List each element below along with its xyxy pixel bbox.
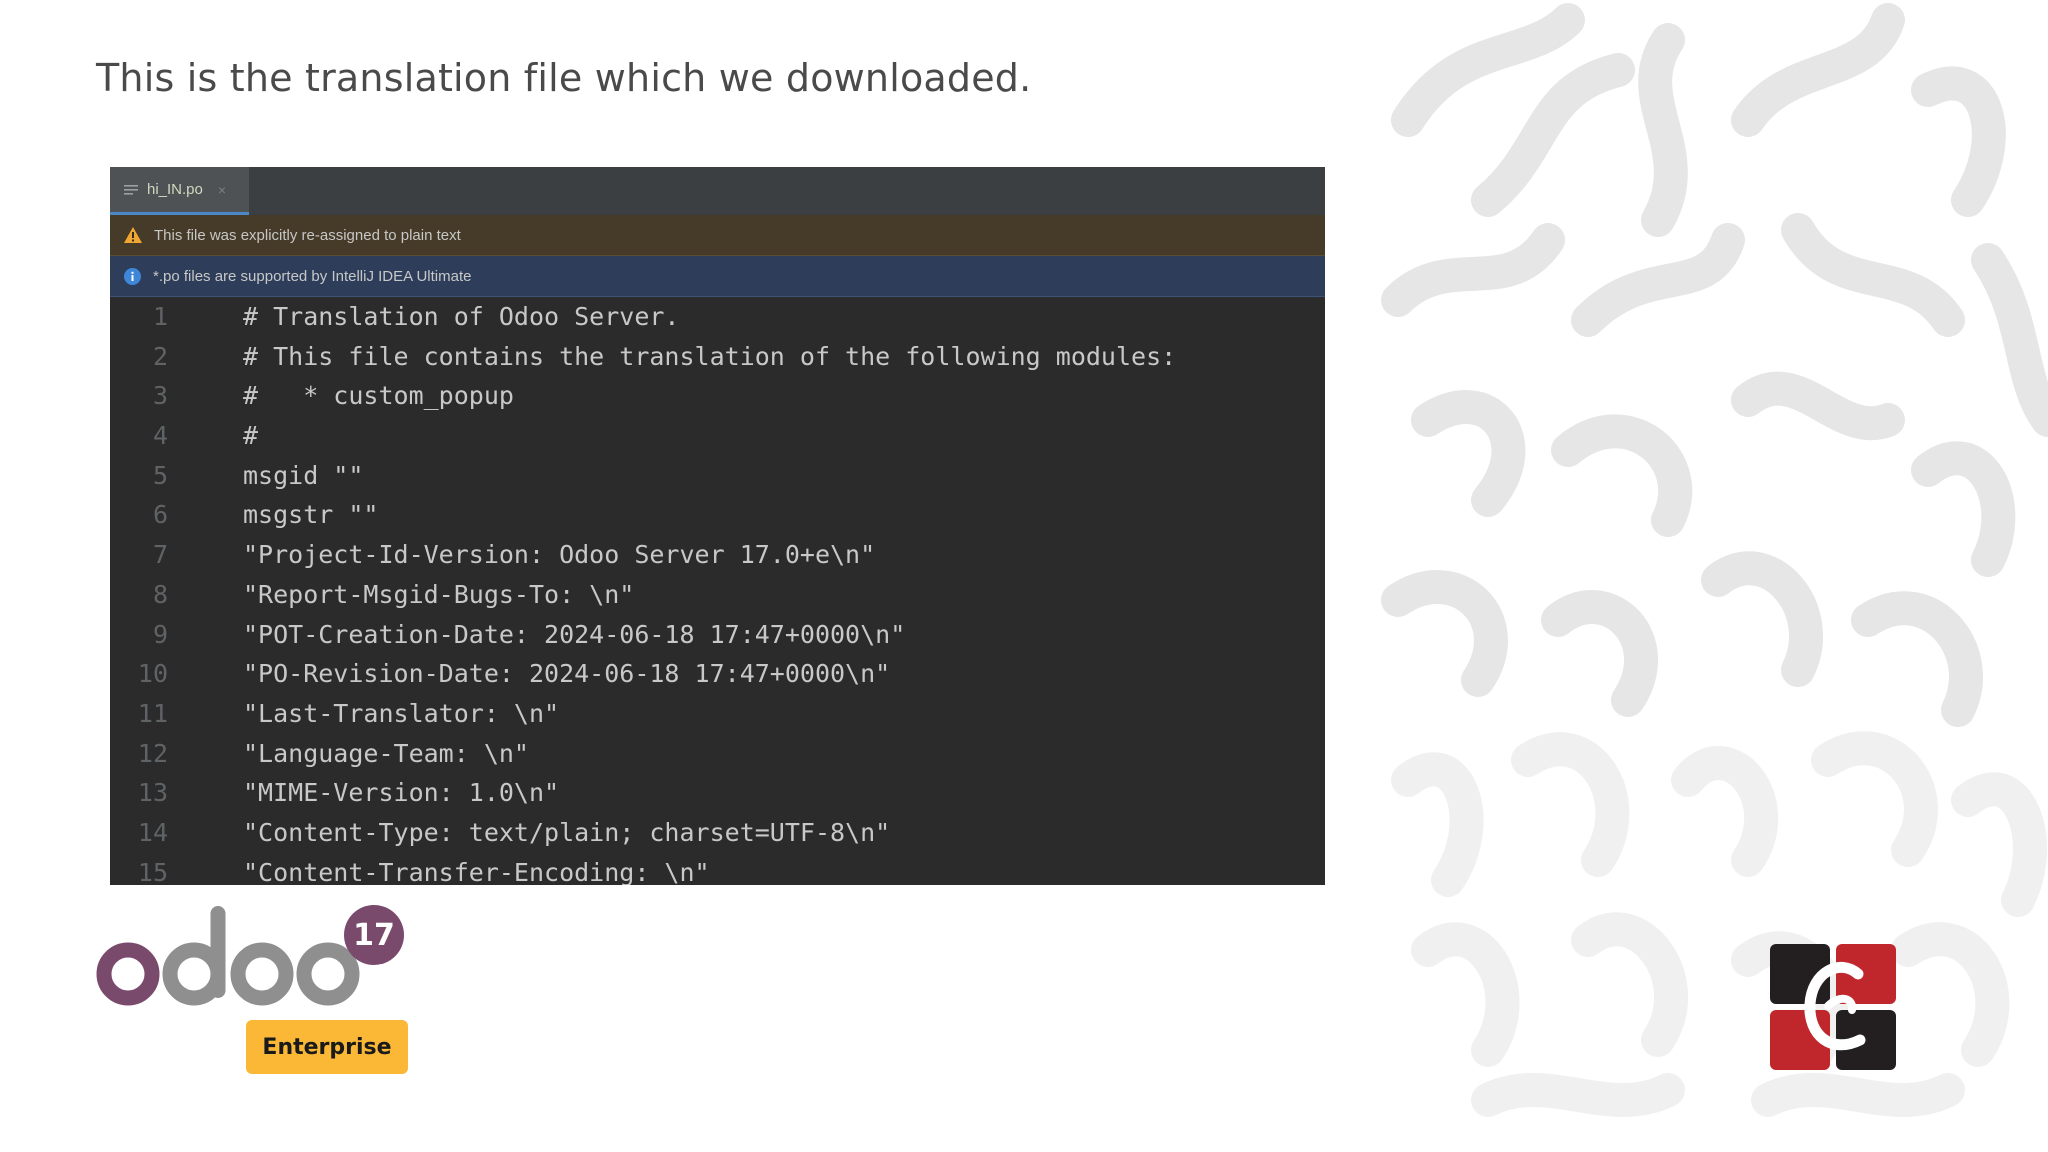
line-text: msgstr "" bbox=[243, 500, 379, 530]
warning-icon bbox=[124, 227, 142, 243]
line-text: # Translation of Odoo Server. bbox=[243, 302, 680, 331]
code-line: 1 # Translation of Odoo Server. bbox=[110, 297, 1325, 337]
odoo-version-badge: 17 bbox=[344, 905, 404, 965]
line-number: 4 bbox=[152, 421, 168, 451]
line-text: "PO-Revision-Date: 2024-06-18 17:47+0000… bbox=[243, 659, 891, 689]
line-text: "Project-Id-Version: Odoo Server 17.0+e\… bbox=[243, 540, 876, 570]
company-logo bbox=[1770, 944, 1896, 1070]
line-number: 11 bbox=[137, 698, 168, 728]
line-number: 3 bbox=[152, 381, 168, 411]
code-line: 4 # bbox=[110, 416, 1325, 456]
line-text: # bbox=[243, 421, 259, 451]
info-banner-text: *.po files are supported by IntelliJ IDE… bbox=[153, 267, 472, 285]
line-text: msgid "" bbox=[243, 460, 364, 490]
line-number: 7 bbox=[152, 540, 168, 570]
tab-hi-in-po[interactable]: hi_IN.po × bbox=[110, 167, 249, 215]
line-number: 12 bbox=[137, 738, 168, 768]
code-line: 6 msgstr "" bbox=[110, 495, 1325, 535]
code-line: 14 "Content-Type: text/plain; charset=UTF… bbox=[110, 813, 1325, 853]
code-line: 3 # * custom_popup bbox=[110, 376, 1325, 416]
code-line: 15 "Content-Transfer-Encoding: \n" bbox=[110, 853, 1325, 885]
line-number: 6 bbox=[152, 500, 168, 530]
line-number: 15 bbox=[137, 857, 168, 885]
code-line: 11 "Last-Translator: \n" bbox=[110, 694, 1325, 734]
line-text: # This file contains the translation of … bbox=[243, 341, 1177, 371]
line-text: "Content-Type: text/plain; charset=UTF-8… bbox=[243, 817, 891, 847]
code-line: 9 "POT-Creation-Date: 2024-06-18 17:47+00… bbox=[110, 615, 1325, 655]
line-number: 8 bbox=[152, 579, 168, 609]
line-number: 2 bbox=[152, 341, 168, 371]
code-line: 13 "MIME-Version: 1.0\n" bbox=[110, 773, 1325, 813]
warning-banner: This file was explicitly re-assigned to … bbox=[110, 215, 1325, 256]
line-text: "POT-Creation-Date: 2024-06-18 17:47+000… bbox=[243, 619, 906, 649]
code-line: 12 "Language-Team: \n" bbox=[110, 734, 1325, 774]
info-banner: *.po files are supported by IntelliJ IDE… bbox=[110, 256, 1325, 297]
line-text: "Last-Translator: \n" bbox=[243, 698, 560, 728]
editor-tab-bar: hi_IN.po × bbox=[110, 167, 1325, 215]
line-number: 14 bbox=[137, 817, 168, 847]
line-text: "Report-Msgid-Bugs-To: \n" bbox=[243, 579, 635, 609]
line-number: 10 bbox=[137, 659, 168, 689]
code-line: 10 "PO-Revision-Date: 2024-06-18 17:47+00… bbox=[110, 654, 1325, 694]
code-editor-window: hi_IN.po × This file was explicitly re-a… bbox=[110, 167, 1325, 885]
line-number: 1 bbox=[152, 302, 168, 331]
info-icon bbox=[124, 267, 141, 285]
line-number: 9 bbox=[152, 619, 168, 649]
tab-filename: hi_IN.po bbox=[147, 181, 203, 198]
code-line: 2 # This file contains the translation of… bbox=[110, 337, 1325, 377]
background-pattern bbox=[1381, 3, 2048, 1117]
line-text: "Content-Transfer-Encoding: \n" bbox=[243, 857, 710, 885]
code-line: 7 "Project-Id-Version: Odoo Server 17.0+e… bbox=[110, 535, 1325, 575]
warning-banner-text: This file was explicitly re-assigned to … bbox=[154, 226, 461, 244]
line-text: # * custom_popup bbox=[243, 381, 514, 411]
slide-title: This is the translation file which we do… bbox=[96, 56, 1032, 100]
line-text: "MIME-Version: 1.0\n" bbox=[243, 778, 560, 808]
line-number: 5 bbox=[152, 460, 168, 490]
code-line: 8 "Report-Msgid-Bugs-To: \n" bbox=[110, 575, 1325, 615]
code-area[interactable]: 1 # Translation of Odoo Server. 2 # This f… bbox=[110, 297, 1325, 885]
enterprise-badge: Enterprise bbox=[246, 1020, 408, 1074]
line-text: "Language-Team: \n" bbox=[243, 738, 529, 768]
text-file-icon bbox=[124, 184, 138, 195]
line-number: 13 bbox=[137, 778, 168, 808]
close-icon[interactable]: × bbox=[218, 182, 226, 198]
code-line: 5 msgid "" bbox=[110, 456, 1325, 496]
